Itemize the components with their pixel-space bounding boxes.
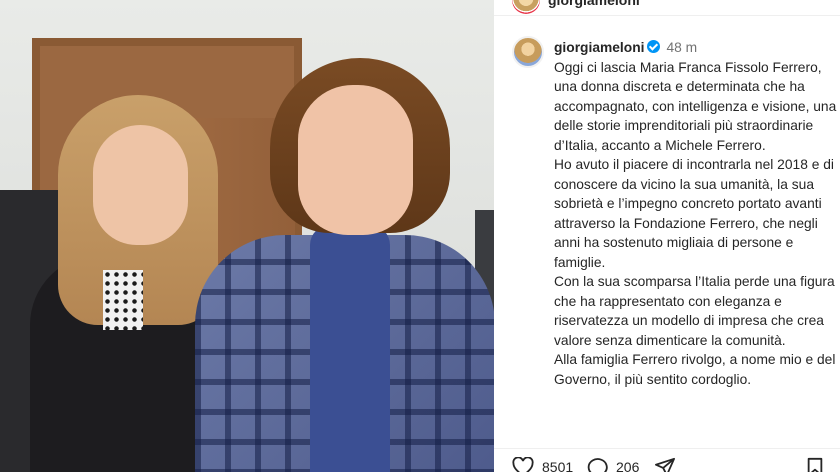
caption-paragraph: Con la sua scomparsa l’Italia perde una …	[554, 274, 835, 348]
caption-paragraph: Oggi ci lascia Maria Franca Fissolo Ferr…	[554, 59, 837, 153]
comment-button[interactable]: 206	[586, 457, 639, 472]
photo-polka-dot-shirt	[103, 270, 143, 330]
photo-person-left-face	[93, 125, 188, 245]
comment-count[interactable]: 206	[616, 459, 639, 472]
share-button[interactable]	[654, 457, 676, 472]
caption-paragraph: Alla famiglia Ferrero rivolgo, a nome mi…	[554, 352, 836, 387]
post-time[interactable]: 48 m	[666, 40, 697, 55]
heart-icon	[512, 457, 534, 472]
verified-badge-icon	[647, 40, 661, 53]
caption-paragraph: Ho avuto il piacere di incontrarla nel 2…	[554, 157, 834, 270]
share-icon	[655, 457, 675, 472]
post-photo[interactable]	[0, 0, 494, 472]
photo-person-right-face	[298, 85, 413, 235]
header-username[interactable]: giorgiameloni	[548, 0, 640, 8]
post-side-panel: giorgiameloni giorgiameloni 48 m Oggi ci …	[494, 0, 840, 472]
caption-block: giorgiameloni 48 m Oggi ci lascia Maria F…	[512, 36, 836, 387]
photo-scarf	[310, 225, 390, 472]
caption-avatar[interactable]	[512, 36, 544, 68]
like-count[interactable]: 8501	[542, 459, 573, 472]
like-button[interactable]: 8501	[512, 457, 573, 472]
caption-username[interactable]: giorgiameloni	[554, 40, 644, 55]
post-header-strip: giorgiameloni	[494, 0, 840, 16]
header-avatar[interactable]	[512, 0, 540, 14]
comment-icon	[587, 458, 608, 472]
caption-text: giorgiameloni 48 m Oggi ci lascia Maria F…	[554, 38, 840, 389]
action-bar: 8501 206	[494, 448, 840, 472]
save-button[interactable]	[806, 457, 824, 472]
bookmark-icon	[807, 457, 823, 472]
